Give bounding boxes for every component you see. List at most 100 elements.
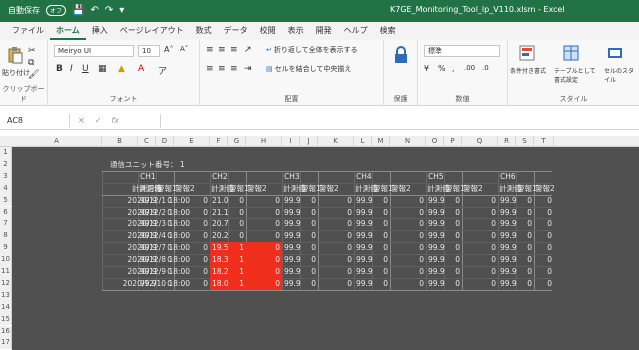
tab-9[interactable]: ヘルプ bbox=[338, 22, 374, 40]
quick-access-more-icon[interactable]: ▾ bbox=[119, 5, 124, 16]
row-header[interactable]: 13 bbox=[0, 289, 12, 302]
save-icon[interactable]: 💾 bbox=[72, 5, 84, 16]
row-header[interactable]: 10 bbox=[0, 254, 12, 266]
row-header[interactable]: 8 bbox=[0, 230, 12, 243]
row-header[interactable]: 1 bbox=[0, 147, 12, 159]
conditional-format-icon[interactable] bbox=[518, 44, 536, 62]
column-header[interactable]: K bbox=[318, 136, 354, 147]
conditional-format-button[interactable]: 条件付き書式 bbox=[510, 66, 546, 75]
percent-icon[interactable]: % bbox=[438, 64, 446, 73]
lock-icon[interactable] bbox=[392, 46, 410, 64]
align-top-icon[interactable]: ≡ bbox=[206, 45, 214, 55]
grow-font-icon[interactable]: A˄ bbox=[164, 45, 173, 54]
column-header[interactable]: Q bbox=[462, 136, 498, 147]
column-header[interactable]: N bbox=[390, 136, 426, 147]
align-bottom-icon[interactable]: ≡ bbox=[230, 45, 238, 55]
phonetic-icon[interactable]: ア bbox=[158, 64, 167, 77]
tab-0[interactable]: ファイル bbox=[6, 22, 50, 40]
column-header[interactable]: B bbox=[102, 136, 138, 147]
cell-area[interactable]: 通信ユニット番号： 1 CH1 CH2 CH3 CH4 CH5 CH6 計測日時 計測値 警報1 警… bbox=[12, 147, 639, 350]
name-box[interactable]: AC8 bbox=[4, 114, 70, 128]
font-color-icon[interactable]: A bbox=[138, 64, 144, 74]
paste-button[interactable]: 貼り付け bbox=[2, 68, 30, 78]
cancel-icon[interactable]: ✕ bbox=[78, 114, 85, 128]
align-middle-icon[interactable]: ≡ bbox=[218, 45, 226, 55]
column-header[interactable]: H bbox=[246, 136, 282, 147]
row-header[interactable]: 12 bbox=[0, 277, 12, 290]
align-center-icon[interactable]: ≡ bbox=[218, 64, 226, 74]
row-header[interactable]: 5 bbox=[0, 194, 12, 207]
increase-decimal-icon[interactable]: .00 bbox=[464, 64, 475, 72]
format-as-table-icon[interactable] bbox=[562, 44, 580, 62]
decrease-decimal-icon[interactable]: .0 bbox=[482, 64, 489, 72]
tab-8[interactable]: 開発 bbox=[310, 22, 338, 40]
orientation-icon[interactable]: ↗ bbox=[244, 45, 252, 55]
format-as-table-button[interactable]: テーブルとして書式設定 bbox=[554, 66, 598, 84]
copy-icon[interactable]: ⧉ bbox=[28, 58, 34, 68]
tab-6[interactable]: 校閲 bbox=[254, 22, 282, 40]
row-header[interactable]: 11 bbox=[0, 266, 12, 278]
column-header[interactable]: P bbox=[444, 136, 462, 147]
measure-cell: 99.9 bbox=[356, 243, 373, 253]
fx-icon[interactable]: fx bbox=[111, 114, 119, 128]
tab-1[interactable]: ホーム bbox=[50, 22, 86, 40]
merge-center-button[interactable]: ▤ セルを結合して中央揃え bbox=[266, 64, 351, 74]
tab-4[interactable]: 数式 bbox=[190, 22, 218, 40]
cell-styles-icon[interactable] bbox=[606, 44, 624, 62]
row-header[interactable]: 9 bbox=[0, 242, 12, 255]
row-header[interactable]: 17 bbox=[0, 337, 12, 350]
underline-icon[interactable]: U bbox=[82, 64, 89, 74]
alarm-cell: 0 bbox=[311, 278, 316, 288]
align-right-icon[interactable]: ≡ bbox=[230, 64, 238, 74]
row-header[interactable]: 6 bbox=[0, 206, 12, 219]
fill-color-icon[interactable]: ▲ bbox=[118, 64, 125, 74]
column-header[interactable]: R bbox=[498, 136, 516, 147]
tab-7[interactable]: 表示 bbox=[282, 22, 310, 40]
column-header[interactable]: E bbox=[174, 136, 210, 147]
row-header[interactable]: 4 bbox=[0, 182, 12, 195]
bold-icon[interactable]: B bbox=[56, 64, 63, 74]
column-header[interactable]: S bbox=[516, 136, 534, 147]
enter-icon[interactable]: ✓ bbox=[95, 114, 102, 128]
column-header[interactable]: J bbox=[300, 136, 318, 147]
border-icon[interactable]: ▦ bbox=[98, 64, 107, 74]
paste-icon[interactable] bbox=[6, 46, 24, 64]
italic-icon[interactable]: I bbox=[70, 64, 73, 74]
formula-input[interactable] bbox=[160, 114, 635, 128]
font-name-select[interactable]: Meiryo UI bbox=[54, 45, 134, 57]
column-header[interactable]: M bbox=[372, 136, 390, 147]
wrap-text-button[interactable]: ↵ 折り返して全体を表示する bbox=[266, 45, 358, 55]
column-header[interactable]: D bbox=[156, 136, 174, 147]
format-painter-icon[interactable]: 🖌 bbox=[28, 70, 39, 80]
tab-5[interactable]: データ bbox=[218, 22, 254, 40]
row-header[interactable]: 14 bbox=[0, 301, 12, 314]
row-header[interactable]: 15 bbox=[0, 313, 12, 326]
undo-icon[interactable]: ↶ bbox=[90, 5, 98, 16]
indent-icon[interactable]: ⇥ bbox=[244, 64, 252, 74]
column-header[interactable]: C bbox=[138, 136, 156, 147]
column-header[interactable]: I bbox=[282, 136, 300, 147]
tab-3[interactable]: ページレイアウト bbox=[114, 22, 190, 40]
column-header[interactable]: T bbox=[534, 136, 554, 147]
tab-2[interactable]: 挿入 bbox=[86, 22, 114, 40]
redo-icon[interactable]: ↷ bbox=[105, 5, 113, 16]
tab-10[interactable]: 検索 bbox=[374, 22, 402, 40]
cell-styles-button[interactable]: セルのスタイル bbox=[604, 66, 639, 84]
column-header[interactable]: G bbox=[228, 136, 246, 147]
font-size-select[interactable]: 10 bbox=[138, 45, 160, 57]
align-left-icon[interactable]: ≡ bbox=[206, 64, 214, 74]
row-header[interactable]: 7 bbox=[0, 218, 12, 231]
row-header[interactable]: 16 bbox=[0, 325, 12, 338]
column-header[interactable]: F bbox=[210, 136, 228, 147]
row-header[interactable]: 2 bbox=[0, 158, 12, 171]
column-header[interactable]: O bbox=[426, 136, 444, 147]
row-header[interactable]: 3 bbox=[0, 170, 12, 183]
autosave-toggle[interactable]: オフ bbox=[46, 5, 66, 16]
column-header[interactable]: A bbox=[12, 136, 102, 147]
comma-icon[interactable]: , bbox=[452, 64, 455, 73]
shrink-font-icon[interactable]: A˅ bbox=[180, 45, 188, 53]
number-format-select[interactable]: 標準 bbox=[424, 45, 500, 57]
currency-icon[interactable]: ¥ bbox=[424, 64, 429, 73]
column-header[interactable]: L bbox=[354, 136, 372, 147]
cut-icon[interactable]: ✂ bbox=[28, 46, 36, 56]
